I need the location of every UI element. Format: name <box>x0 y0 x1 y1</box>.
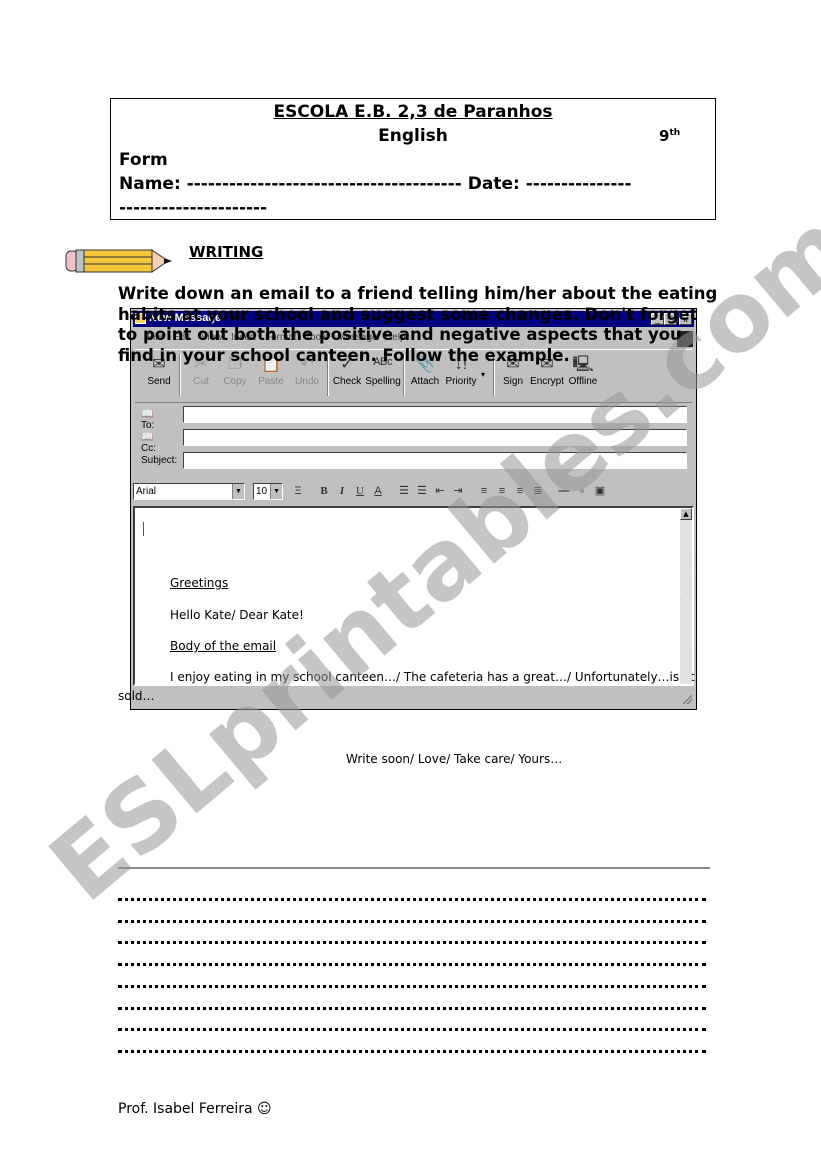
answer-line[interactable] <box>118 984 706 988</box>
subject-input[interactable] <box>183 452 687 469</box>
check-label: Check <box>332 376 362 387</box>
body-heading: Body of the email <box>170 639 277 653</box>
subject-label: Subject: <box>141 455 178 466</box>
priority-label: Priority <box>445 376 477 387</box>
bullet-list-icon[interactable]: ☰ <box>415 484 429 498</box>
send-label: Send <box>147 376 171 387</box>
hyperlink-icon[interactable]: ● <box>575 484 589 498</box>
greetings-heading: Greetings <box>170 576 229 590</box>
sign-label: Sign <box>502 376 523 387</box>
bold-icon[interactable]: B <box>317 484 331 498</box>
answer-line[interactable] <box>118 919 706 923</box>
section-heading: WRITING <box>189 243 264 261</box>
status-bar <box>133 688 694 706</box>
name-date-line: Name: ----------------------------------… <box>119 174 632 194</box>
cc-label[interactable]: 📖 Cc: <box>141 432 156 454</box>
message-body[interactable]: Greetings Hello Kate/ Dear Kate! Body of… <box>133 506 695 686</box>
encrypt-label: Encrypt <box>530 376 564 387</box>
offline-label: Offline <box>568 376 598 387</box>
align-left-icon[interactable]: ≡ <box>477 484 491 498</box>
scroll-up-button[interactable]: ▲ <box>680 508 692 520</box>
grade: 9th <box>659 127 680 145</box>
answer-line[interactable] <box>118 1028 706 1032</box>
font-select[interactable]: Arial ▼ <box>133 483 245 500</box>
form-label: Form <box>119 150 168 170</box>
align-right-icon[interactable]: ≡ <box>513 484 527 498</box>
paste-label: Paste <box>258 376 284 387</box>
to-label[interactable]: 📖 To: <box>141 409 154 431</box>
format-bar: Arial ▼ 10 ▼ Ξ B I U A ☰ ☰ ⇤ ⇥ ≡ ≡ ≡ ≣ — ●… <box>133 481 694 503</box>
subject-title: English <box>378 126 448 146</box>
font-size-select[interactable]: 10 ▼ <box>253 483 283 500</box>
answer-line[interactable] <box>118 1006 706 1010</box>
grade-suffix: th <box>669 128 681 138</box>
answer-line[interactable] <box>118 941 706 945</box>
copy-label: Copy <box>223 376 247 387</box>
numbered-list-icon[interactable]: ☰ <box>397 484 411 498</box>
vertical-scrollbar[interactable]: ▲ <box>680 508 692 684</box>
chevron-down-icon: ▼ <box>232 484 244 499</box>
chevron-down-icon: ▼ <box>270 484 282 499</box>
body-text: I enjoy eating in my school canteen…/ Th… <box>170 670 695 684</box>
instructions: Write down an email to a friend telling … <box>118 284 718 365</box>
cut-label: Cut <box>193 376 209 387</box>
undo-label: Undo <box>295 376 319 387</box>
paragraph-style-icon[interactable]: Ξ <box>291 484 305 498</box>
answer-line[interactable] <box>118 898 706 901</box>
grade-number: 9 <box>659 127 670 145</box>
address-book-icon: 📖 <box>141 432 154 443</box>
to-input[interactable] <box>183 406 687 423</box>
increase-indent-icon[interactable]: ⇥ <box>451 484 465 498</box>
attach-label: Attach <box>410 376 440 387</box>
answer-line[interactable] <box>118 963 706 967</box>
greeting-text: Hello Kate/ Dear Kate! <box>170 608 304 622</box>
divider <box>118 867 710 869</box>
closing-text: Write soon/ Love/ Take care/ Yours… <box>346 752 563 766</box>
address-book-icon: 📖 <box>141 409 154 420</box>
text-cursor <box>143 522 144 536</box>
priority-dropdown-icon[interactable]: ▾ <box>481 370 485 379</box>
justify-icon[interactable]: ≣ <box>531 484 545 498</box>
name-continuation-line: --------------------- <box>119 198 268 218</box>
spelling-label: Spelling <box>365 376 401 387</box>
overflow-text: sold… <box>118 689 155 703</box>
cc-input[interactable] <box>183 429 687 446</box>
resize-grip-icon[interactable] <box>682 694 692 704</box>
font-value: Arial <box>136 486 157 497</box>
school-name: ESCOLA E.B. 2,3 de Paranhos <box>273 102 553 122</box>
cc-label-text: Cc: <box>141 443 156 454</box>
pencil-icon <box>64 247 176 279</box>
decrease-indent-icon[interactable]: ⇤ <box>433 484 447 498</box>
header-box: ESCOLA E.B. 2,3 de Paranhos English 9th … <box>110 98 716 220</box>
font-color-icon[interactable]: A <box>371 484 385 498</box>
align-center-icon[interactable]: ≡ <box>495 484 509 498</box>
insert-picture-icon[interactable]: ▣ <box>593 484 607 498</box>
font-size-value: 10 <box>256 486 268 497</box>
horizontal-line-icon[interactable]: — <box>557 484 571 498</box>
underline-icon[interactable]: U <box>353 484 367 498</box>
author-footer: Prof. Isabel Ferreira ☺ <box>118 1101 272 1117</box>
to-label-text: To: <box>141 420 155 431</box>
italic-icon[interactable]: I <box>335 484 349 498</box>
answer-line[interactable] <box>118 1049 706 1053</box>
email-window: New Message _ □ x File Edit View Insert … <box>130 308 697 710</box>
